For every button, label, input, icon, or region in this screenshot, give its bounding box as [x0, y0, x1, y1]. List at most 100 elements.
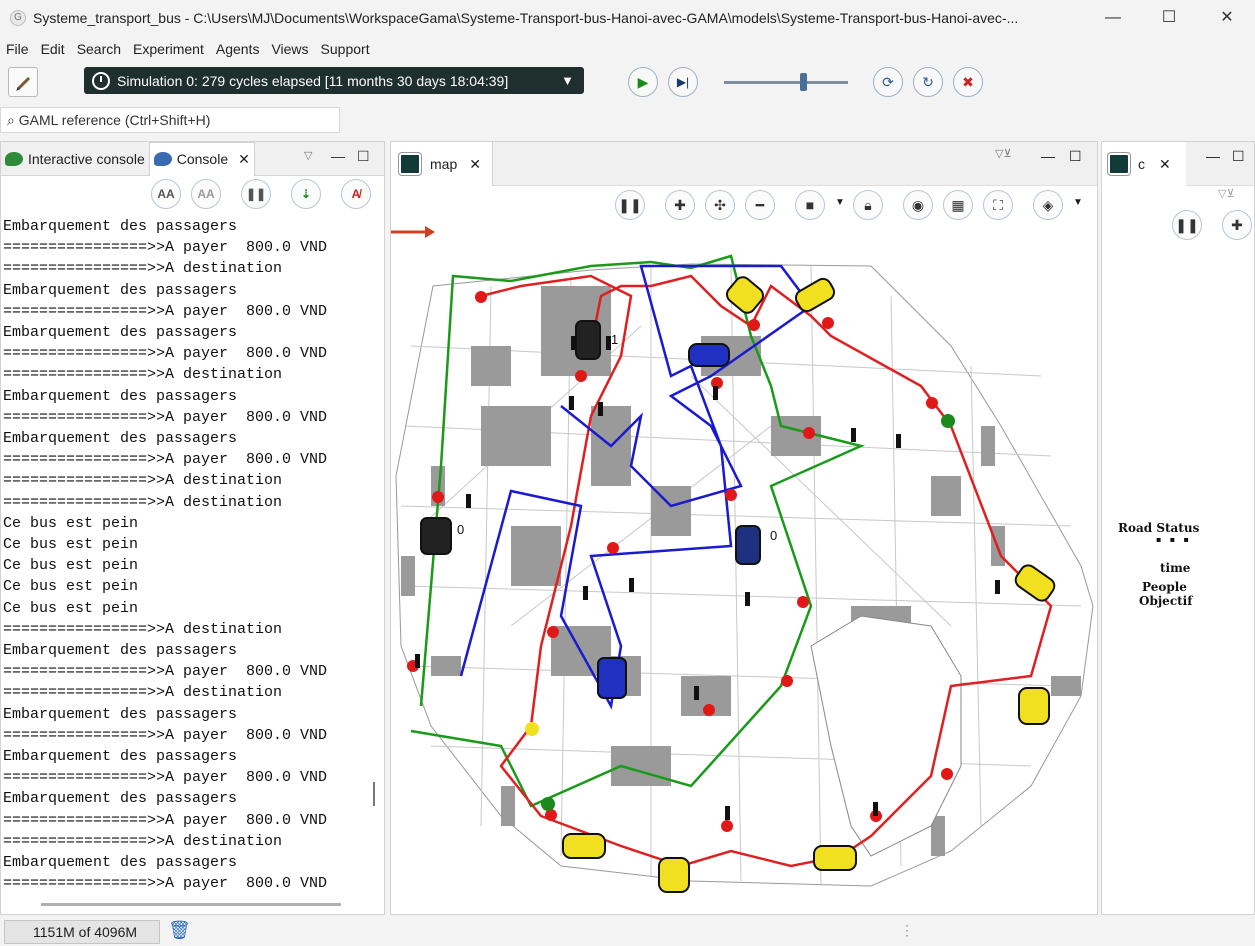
- console-line: ================>>A payer 800.0 VND: [3, 408, 328, 426]
- minimize-button[interactable]: —: [1084, 0, 1142, 36]
- gaml-reference-label: GAML reference (Ctrl+Shift+H): [18, 112, 211, 128]
- close-tab-icon[interactable]: ✕: [238, 151, 250, 168]
- run-button[interactable]: ▶: [628, 67, 658, 97]
- console-line: Embarquement des passagers: [3, 281, 238, 299]
- minus-icon: ━: [755, 197, 765, 213]
- display-icon: [399, 153, 421, 175]
- camera-button[interactable]: ■: [795, 190, 825, 220]
- speed-slider-knob[interactable]: [800, 73, 807, 91]
- reload-icon: ⟳: [882, 74, 894, 90]
- checker-icon: ▦: [951, 197, 965, 213]
- pause-console-button[interactable]: ❚❚: [241, 179, 271, 209]
- snapshot-button[interactable]: ◉: [903, 190, 933, 220]
- console-line: Ce bus est pein: [3, 578, 139, 596]
- tab-map-label: map: [430, 156, 458, 172]
- zoom-in-button[interactable]: ✚: [1222, 210, 1252, 240]
- view-menu-icon[interactable]: ▽⊻: [995, 147, 1012, 160]
- pause-display-button[interactable]: ❚❚: [615, 190, 645, 220]
- tab-console-label: Console: [176, 151, 229, 167]
- scroll-lock-button[interactable]: ⇣: [291, 179, 321, 209]
- layers-button[interactable]: ◈: [1033, 190, 1063, 220]
- maximize-view-icon[interactable]: ☐: [357, 148, 370, 165]
- close-window-button[interactable]: ✕: [1198, 0, 1255, 36]
- fit-icon: ✣: [714, 197, 726, 213]
- legend-people: People: [1142, 580, 1187, 594]
- simulation-map[interactable]: 0 0 1: [391, 226, 1097, 912]
- decrease-font-button[interactable]: AA: [191, 179, 221, 209]
- minimize-view-icon[interactable]: —: [1206, 148, 1220, 164]
- console-line: ================>>A destination: [3, 684, 283, 702]
- antialias-button[interactable]: ▦: [943, 190, 973, 220]
- console-line: Embarquement des passagers: [3, 430, 238, 448]
- close-tab-icon[interactable]: ✕: [1159, 156, 1171, 173]
- console-line: Embarquement des passagers: [3, 854, 238, 872]
- legend-road-status: Road Status: [1118, 521, 1200, 535]
- console-line: ================>>A payer 800.0 VND: [3, 811, 328, 829]
- orientation-arrow-head: [425, 226, 435, 238]
- menu-file[interactable]: File: [6, 41, 29, 57]
- tab-interactive-console-label: Interactive console: [28, 150, 145, 167]
- reload-button[interactable]: ⟳: [873, 67, 903, 97]
- console-output: Embarquement des passagers ==============…: [3, 216, 365, 896]
- maximize-view-icon[interactable]: ☐: [1232, 148, 1245, 165]
- tab-chart-label: c: [1138, 156, 1145, 172]
- maximize-view-icon[interactable]: ☐: [1069, 148, 1082, 165]
- step-icon: ▶|: [676, 75, 690, 89]
- fullscreen-button[interactable]: ⛶: [983, 190, 1013, 220]
- tab-console[interactable]: Console ✕: [148, 141, 255, 176]
- maximize-button[interactable]: ☐: [1140, 0, 1198, 36]
- menu-views[interactable]: Views: [271, 41, 308, 57]
- pencil-icon: [16, 76, 31, 91]
- view-menu-icon[interactable]: ▽: [304, 149, 312, 162]
- blue-bus-route: [459, 264, 813, 710]
- yellow-stop: [525, 722, 539, 736]
- zoom-out-button[interactable]: ━: [745, 190, 775, 220]
- tab-interactive-console[interactable]: Interactive console: [1, 142, 149, 176]
- simulation-status-dropdown[interactable]: Simulation 0: 279 cycles elapsed [11 mon…: [84, 67, 584, 94]
- green-stop: [941, 414, 955, 428]
- gaml-reference-search[interactable]: ⌕ GAML reference (Ctrl+Shift+H): [0, 107, 340, 133]
- font-down-icon: AA: [197, 187, 215, 201]
- lock-button[interactable]: 🔒︎: [853, 190, 883, 220]
- menu-search[interactable]: Search: [77, 41, 121, 57]
- green-stop: [541, 797, 555, 811]
- menu-edit[interactable]: Edit: [41, 41, 65, 57]
- chart-panel: c ✕ — ☐ ▽⊻ ❚❚ ✚ Road Status ▪ ▪ ▪ time P…: [1101, 141, 1255, 915]
- trash-icon[interactable]: 🗑︎: [168, 920, 191, 941]
- menu-agents[interactable]: Agents: [216, 41, 260, 57]
- layers-dropdown-icon[interactable]: ▼: [1073, 197, 1083, 208]
- pause-display-button[interactable]: ❚❚: [1172, 210, 1202, 240]
- menu-bar: File Edit Search Experiment Agents Views…: [0, 37, 376, 61]
- console-line: Embarquement des passagers: [3, 387, 238, 405]
- camera-dropdown-icon[interactable]: ▼: [835, 197, 845, 208]
- minimize-view-icon[interactable]: —: [331, 148, 345, 164]
- step-button[interactable]: ▶|: [668, 67, 698, 97]
- console-line: Ce bus est pein: [3, 557, 139, 575]
- layers-icon: ◈: [1042, 197, 1054, 213]
- close-tab-icon[interactable]: ✕: [469, 156, 481, 173]
- tab-map[interactable]: map ✕: [391, 142, 493, 186]
- zoom-in-button[interactable]: ✚: [665, 190, 695, 220]
- display-icon: [1108, 153, 1130, 175]
- main-toolbar: Simulation 0: 279 cycles elapsed [11 mon…: [0, 62, 1255, 102]
- edit-model-button[interactable]: [8, 67, 38, 97]
- menu-support[interactable]: Support: [321, 41, 370, 57]
- down-arrow-icon: ⇣: [300, 187, 312, 201]
- map-label-zero-a: 0: [457, 522, 464, 537]
- menu-experiment[interactable]: Experiment: [133, 41, 204, 57]
- stop-experiment-button[interactable]: ✖: [953, 67, 983, 97]
- clear-console-button[interactable]: A̸: [341, 179, 371, 209]
- tab-chart[interactable]: c ✕: [1102, 142, 1186, 186]
- speed-slider[interactable]: [724, 73, 848, 91]
- view-menu-icon[interactable]: ▽⊻: [1218, 187, 1235, 200]
- zoom-fit-button[interactable]: ✣: [705, 190, 735, 220]
- horizontal-scrollbar[interactable]: [41, 903, 341, 906]
- map-label-zero-b: 0: [770, 528, 777, 543]
- relaunch-button[interactable]: ↻: [913, 67, 943, 97]
- search-icon: ⌕: [7, 112, 15, 128]
- splitter-handle[interactable]: [373, 782, 375, 806]
- fullscreen-icon: ⛶: [993, 197, 1003, 213]
- minimize-view-icon[interactable]: —: [1041, 148, 1055, 164]
- increase-font-button[interactable]: AA: [151, 179, 181, 209]
- console-line: ================>>A destination: [3, 493, 283, 511]
